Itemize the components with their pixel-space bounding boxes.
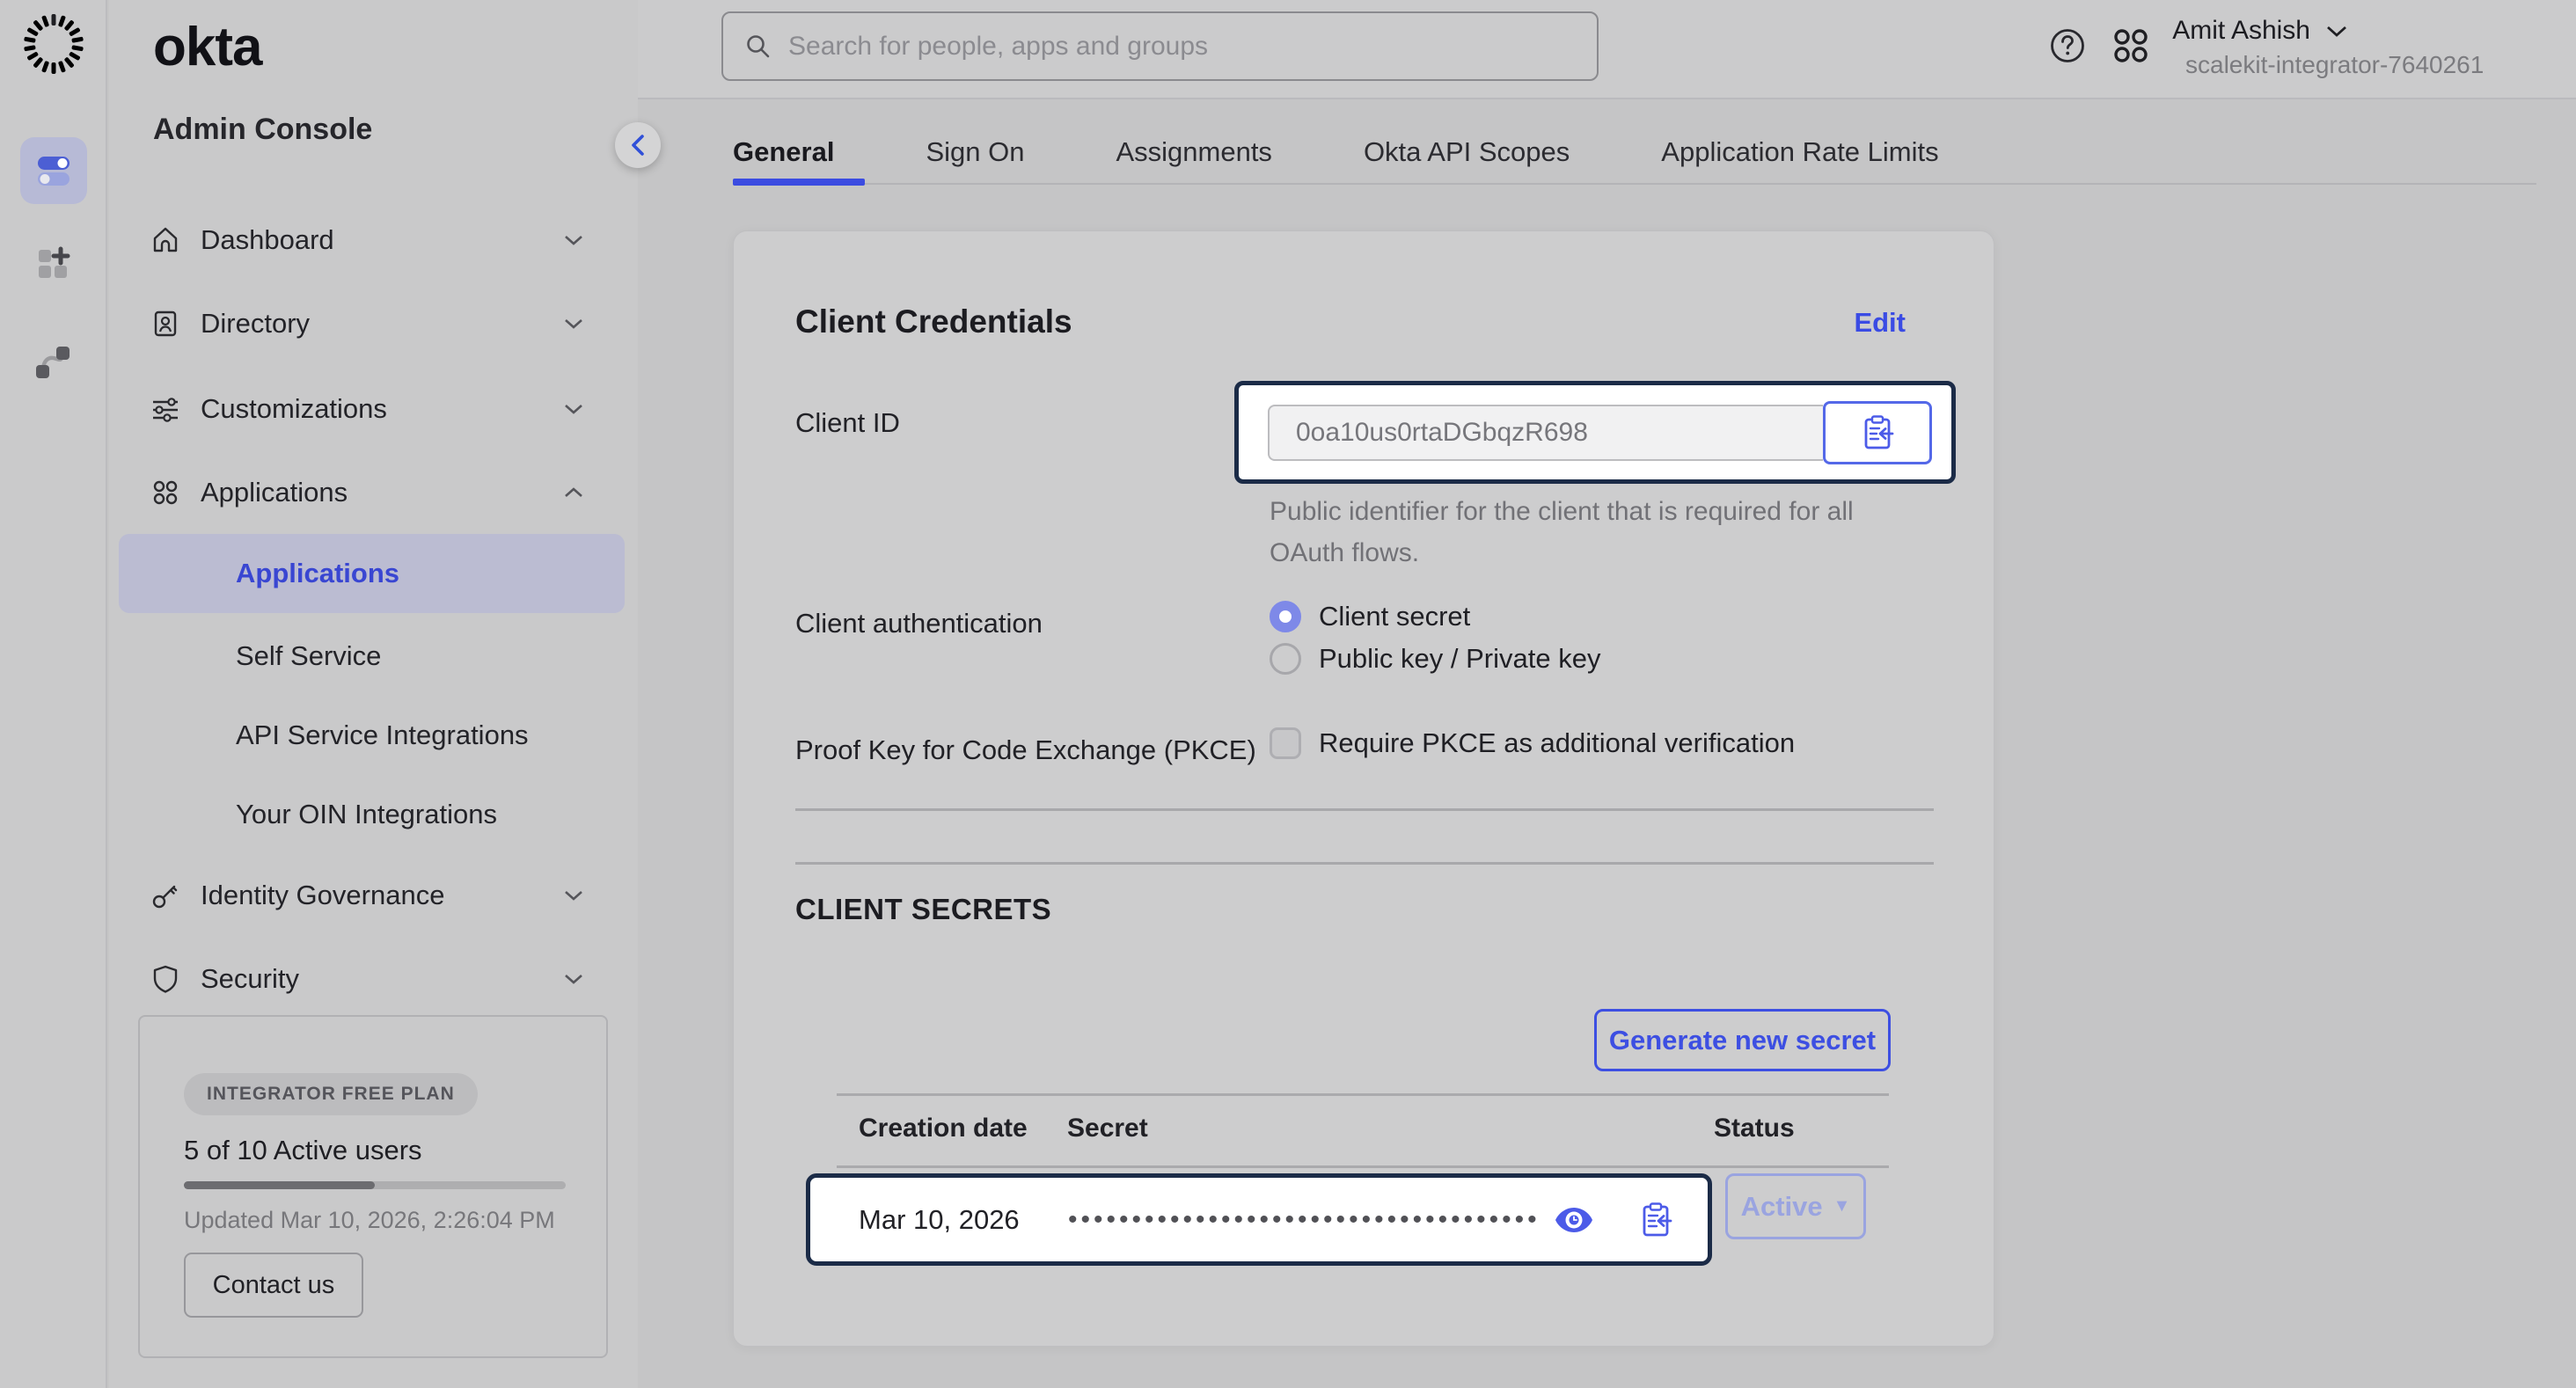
active-tab-indicator (733, 179, 865, 186)
radio-unselected-icon (1270, 643, 1301, 675)
radio-client-secret[interactable]: Client secret (1270, 601, 1470, 632)
section-divider (795, 808, 1934, 811)
sidebar-item-customizations[interactable]: Customizations (109, 367, 638, 450)
masked-secret-value: ••••••••••••••••••••••••••••••••••••• (1068, 1205, 1540, 1235)
usage-progress-fill (184, 1181, 375, 1189)
client-id-help-text: Public identifier for the client that is… (1270, 491, 1912, 573)
okta-spinner-logo (22, 12, 85, 76)
app-switcher-icon[interactable] (2110, 25, 2152, 67)
sidebar-subitem-self-service[interactable]: Self Service (119, 617, 625, 696)
eye-icon (1554, 1206, 1594, 1234)
secret-creation-date: Mar 10, 2026 (859, 1204, 1020, 1236)
sidebar: okta Admin Console Dashboard Directory (109, 0, 638, 1388)
sidebar-item-applications[interactable]: Applications (109, 450, 638, 534)
table-divider-top (837, 1093, 1889, 1096)
client-authentication-label: Client authentication (795, 608, 1043, 639)
add-app-icon[interactable] (33, 245, 72, 283)
tabs-divider (733, 183, 2536, 185)
plan-badge: INTEGRATOR FREE PLAN (184, 1073, 478, 1115)
sidebar-subitem-api-service-integrations[interactable]: API Service Integrations (119, 696, 625, 775)
sidebar-subitem-applications[interactable]: Applications (119, 534, 625, 613)
copy-secret-button[interactable] (1639, 1202, 1672, 1238)
global-search[interactable] (721, 11, 1599, 81)
home-icon (150, 224, 181, 256)
toggles-icon (34, 151, 73, 190)
tab-application-rate-limits[interactable]: Application Rate Limits (1661, 115, 1938, 168)
column-header-secret: Secret (1067, 1114, 1148, 1143)
topbar: Amit Ashish scalekit-integrator-7640261 (638, 0, 2576, 99)
card-title: Client Credentials (795, 303, 1072, 340)
tab-sign-on[interactable]: Sign On (926, 115, 1024, 168)
chevron-down-icon (564, 889, 583, 902)
chevron-down-icon (2326, 25, 2347, 38)
pkce-label: Proof Key for Code Exchange (PKCE) (795, 734, 1256, 766)
org-identifier: scalekit-integrator-7640261 (2185, 51, 2484, 79)
rail-item-admin-active[interactable] (20, 137, 87, 204)
section-divider (795, 862, 1934, 865)
main-content: General Sign On Assignments Okta API Sco… (638, 99, 2576, 1388)
generate-new-secret-button[interactable]: Generate new secret (1594, 1009, 1891, 1071)
tab-okta-api-scopes[interactable]: Okta API Scopes (1364, 115, 1570, 168)
tab-assignments[interactable]: Assignments (1116, 115, 1271, 168)
reveal-secret-button[interactable] (1554, 1206, 1594, 1234)
client-secrets-heading: CLIENT SECRETS (795, 893, 1051, 926)
client-id-highlight-box: 0oa10us0rtaDGbqzR698 (1234, 381, 1956, 484)
client-id-label: Client ID (795, 407, 900, 439)
tab-bar: General Sign On Assignments Okta API Sco… (733, 99, 1939, 183)
radio-public-private-key[interactable]: Public key / Private key (1270, 643, 1600, 675)
sliders-icon (150, 393, 181, 425)
contact-us-button[interactable]: Contact us (184, 1253, 363, 1318)
copy-client-id-button[interactable] (1823, 401, 1932, 464)
workflows-icon[interactable] (32, 341, 74, 384)
column-header-creation-date: Creation date (859, 1114, 1028, 1143)
secret-row-highlight-box: Mar 10, 2026 •••••••••••••••••••••••••••… (806, 1173, 1712, 1266)
chevron-down-icon (564, 973, 583, 985)
key-icon (150, 880, 181, 911)
active-users-count: 5 of 10 Active users (184, 1135, 422, 1166)
sidebar-item-identity-governance[interactable]: Identity Governance (109, 853, 638, 937)
plan-updated-timestamp: Updated Mar 10, 2026, 2:26:04 PM (184, 1207, 555, 1234)
table-divider-bottom (837, 1165, 1889, 1168)
icon-rail (0, 0, 107, 1388)
sidebar-item-security[interactable]: Security (109, 937, 638, 1020)
caret-down-icon: ▼ (1833, 1196, 1851, 1216)
usage-progress-bar (184, 1181, 566, 1189)
plan-card: INTEGRATOR FREE PLAN 5 of 10 Active user… (138, 1015, 608, 1358)
chevron-down-icon (564, 234, 583, 246)
pkce-checkbox-row[interactable]: Require PKCE as additional verification (1270, 727, 1795, 759)
column-header-status: Status (1714, 1114, 1795, 1143)
search-input[interactable] (788, 32, 1562, 62)
search-icon (744, 33, 772, 61)
checkbox-unchecked-icon[interactable] (1270, 727, 1301, 759)
clipboard-copy-icon (1861, 414, 1894, 451)
chevron-down-icon (564, 318, 583, 330)
directory-icon (150, 308, 181, 340)
okta-wordmark: okta (153, 16, 261, 78)
help-icon[interactable] (2048, 26, 2087, 65)
sidebar-item-dashboard[interactable]: Dashboard (109, 198, 638, 281)
console-title: Admin Console (153, 113, 372, 147)
clipboard-copy-icon (1639, 1202, 1672, 1238)
sidebar-item-directory[interactable]: Directory (109, 281, 638, 365)
tab-general[interactable]: General (733, 115, 834, 168)
apps-grid-icon (150, 477, 181, 508)
secret-status-dropdown[interactable]: Active ▼ (1725, 1173, 1866, 1239)
sidebar-subitem-your-oin-integrations[interactable]: Your OIN Integrations (119, 775, 625, 854)
user-name: Amit Ashish (2172, 16, 2310, 46)
user-menu[interactable]: Amit Ashish (2172, 16, 2347, 46)
chevron-left-icon (629, 134, 647, 157)
shield-icon (150, 963, 181, 995)
chevron-down-icon (564, 403, 583, 415)
client-credentials-card: Client Credentials Edit Client ID 0oa10u… (733, 230, 1994, 1347)
radio-selected-icon (1270, 601, 1301, 632)
client-id-value[interactable]: 0oa10us0rtaDGbqzR698 (1268, 405, 1823, 461)
sidebar-collapse-button[interactable] (615, 122, 661, 168)
edit-link[interactable]: Edit (1854, 307, 1906, 339)
chevron-up-icon (564, 486, 583, 499)
